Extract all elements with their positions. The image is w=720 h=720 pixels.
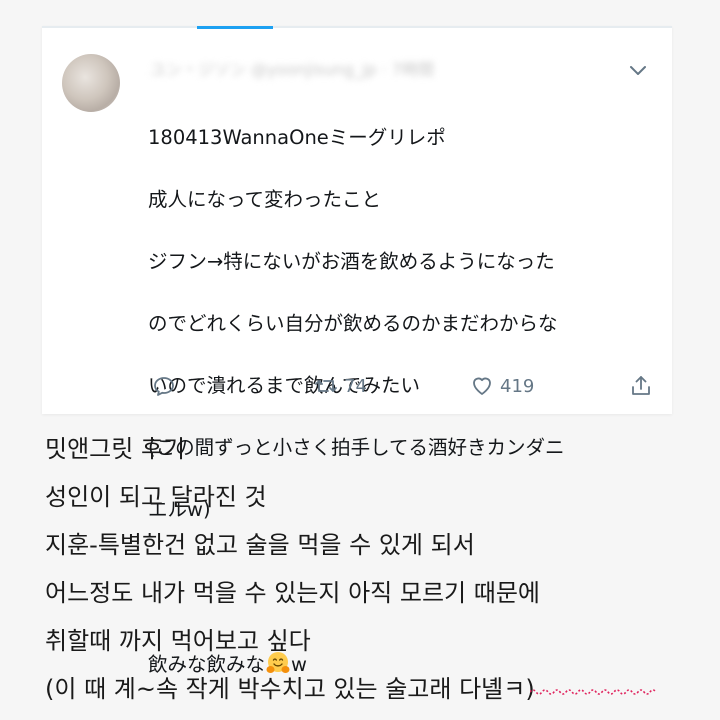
- avatar[interactable]: [62, 54, 120, 112]
- heart-icon: [473, 377, 491, 395]
- translation-line: 취할때 까지 먹어보고 싶다: [45, 627, 311, 655]
- chevron-down-icon[interactable]: [626, 58, 650, 82]
- translation-line: 지훈-특별한건 없고 술을 먹을 수 있게 되서: [45, 531, 475, 559]
- tab-accent: [197, 26, 273, 29]
- reply-button[interactable]: [152, 374, 176, 398]
- tweet-line: ジフン→特にないがお酒を飲めるようになった: [148, 250, 555, 273]
- user-line-blurred[interactable]: ユン・ジソン @yoonjisung_jp · 7時間: [150, 56, 434, 80]
- like-button[interactable]: 419: [470, 374, 534, 398]
- translation-line: 밋앤그릿 후기: [45, 435, 186, 463]
- spellcheck-underline: [530, 689, 657, 695]
- tweet-line: 180413WannaOneミーグリレポ: [148, 126, 446, 149]
- tweet-actions: 74 419: [42, 374, 672, 404]
- korean-translation: 밋앤그릿 후기 성인이 되고 달라진 것 지훈-특별한건 없고 술을 먹을 수 …: [45, 425, 705, 713]
- translation-line: 성인이 되고 달라진 것: [45, 483, 267, 511]
- retweet-count: 74: [344, 375, 367, 397]
- card-top-border: [42, 26, 672, 28]
- share-icon: [632, 376, 650, 395]
- share-button[interactable]: [629, 374, 653, 398]
- reply-icon: [154, 377, 174, 396]
- retweet-button[interactable]: 74: [314, 374, 367, 398]
- like-count: 419: [500, 375, 535, 397]
- tweet-card[interactable]: ユン・ジソン @yoonjisung_jp · 7時間 180413WannaO…: [42, 26, 672, 676]
- translation-line: 어느정도 내가 먹을 수 있는지 아직 모르기 때문에: [45, 579, 541, 607]
- tweet-line: のでどれくらい自分が飲めるのかまだわからな: [148, 312, 558, 335]
- retweet-icon: [315, 380, 337, 392]
- tweet-line: 成人になって変わったこと: [148, 188, 382, 211]
